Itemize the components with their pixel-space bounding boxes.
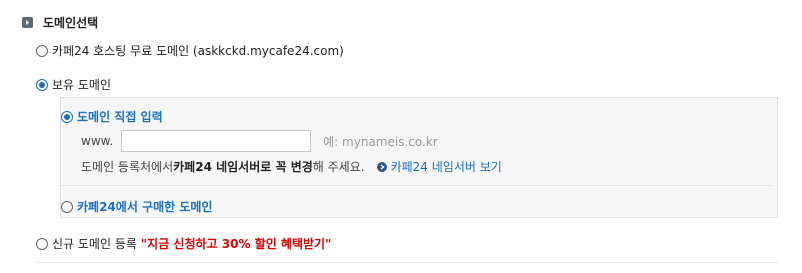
notice-suffix: 해 주세요. [312, 160, 365, 174]
radio-new-domain[interactable] [36, 237, 48, 250]
www-label: www. [81, 134, 114, 148]
domain-input[interactable] [121, 130, 312, 152]
section-title: 도메인선택 [43, 15, 99, 30]
option-direct-input-label: 도메인 직접 입력 [77, 110, 163, 124]
promo-text[interactable]: "지금 신청하고 30% 할인 혜택받기" [141, 235, 331, 252]
section-header: 도메인선택 [22, 12, 98, 32]
square-arrow-icon [22, 16, 33, 28]
option-new-domain-label: 신규 도메인 등록 [52, 237, 137, 251]
option-own-domain[interactable]: 보유 도메인 [36, 76, 111, 93]
domain-input-row: www. 예: mynameis.co.kr [81, 130, 438, 152]
panel-divider [61, 185, 771, 186]
option-own-domain-label: 보유 도메인 [52, 78, 112, 92]
option-new-domain[interactable]: 신규 도메인 등록 "지금 신청하고 30% 할인 혜택받기" [36, 235, 331, 252]
arrow-circle-icon [376, 161, 387, 172]
radio-cafe24-domain[interactable] [61, 200, 73, 213]
radio-free-domain[interactable] [36, 44, 48, 57]
option-cafe24-domain-label: 카페24에서 구매한 도메인 [77, 200, 213, 214]
option-free-domain[interactable]: 카페24 호스팅 무료 도메인 (askkckd.mycafe24.com) [36, 42, 344, 59]
own-domain-panel: 도메인 직접 입력 www. 예: mynameis.co.kr 도메인 등록처… [60, 97, 778, 218]
radio-own-domain[interactable] [36, 78, 48, 91]
option-free-domain-label: 카페24 호스팅 무료 도메인 (askkckd.mycafe24.com) [52, 44, 344, 58]
nameserver-link-label: 카페24 네임서버 보기 [390, 160, 502, 174]
notice-prefix: 도메인 등록처에서 [81, 160, 174, 174]
nameserver-link[interactable]: 카페24 네임서버 보기 [376, 158, 502, 175]
radio-direct-input[interactable] [61, 110, 73, 123]
notice-strong: 카페24 네임서버로 꼭 변경 [173, 160, 313, 174]
option-cafe24-domain[interactable]: 카페24에서 구매한 도메인 [61, 198, 212, 215]
domain-example: 예: mynameis.co.kr [323, 134, 438, 149]
bottom-divider [36, 262, 778, 263]
nameserver-notice: 도메인 등록처에서 카페24 네임서버로 꼭 변경 해 주세요. 카페24 네임… [81, 158, 502, 175]
option-direct-input[interactable]: 도메인 직접 입력 [61, 108, 163, 125]
